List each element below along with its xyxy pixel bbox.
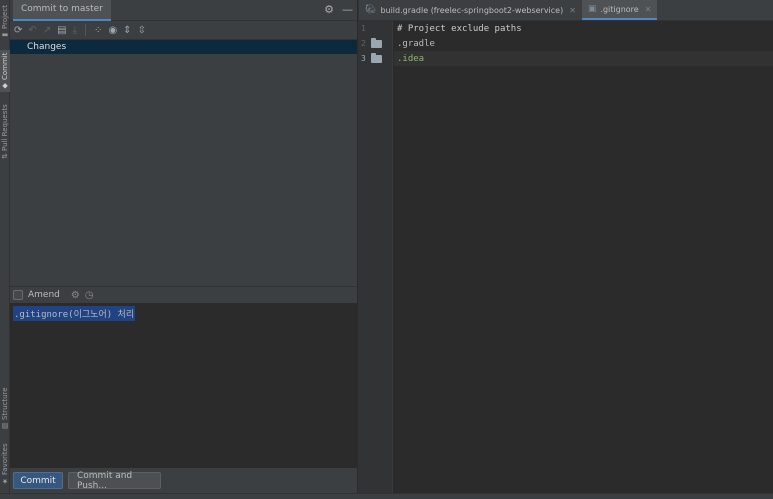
tab-gitignore-label: .gitignore [600,4,639,14]
minimize-icon[interactable]: — [342,3,353,16]
changes-tree-area[interactable] [10,54,357,284]
refresh-icon[interactable]: ⟳ [14,25,22,36]
commit-toolbar: ⟳ ↶ ↗ ▤ ⤓ ⁘ ◉ ⇕ ⇳ [10,21,357,40]
structure-tool-tab[interactable]: ▤ Structure [0,385,10,433]
editor-area: 🐘︎ build.gradle (freelec-springboot2-web… [358,0,773,493]
tab-build-gradle-label: build.gradle (freelec-springboot2-webser… [380,5,564,15]
folder-icon [370,52,382,63]
favorites-star-icon: ★ [1,476,9,485]
close-tab-icon[interactable]: ✕ [569,6,576,15]
commit-tab-label: Commit [1,52,9,80]
gutter-line: 1 [359,21,392,36]
changes-node[interactable]: Changes [10,40,357,54]
commit-message-editor[interactable]: .gitignore(이그노어) 처리 [10,303,357,468]
favorites-tab-label: Favorites [1,443,9,475]
code-editor[interactable]: # Project exclude paths .gradle .idea [394,21,773,66]
line-number: 1 [361,24,366,33]
structure-icon: ▤ [1,422,9,431]
commit-and-push-button[interactable]: Commit and Push... [68,471,161,491]
project-icon: ▬ [1,30,9,39]
code-path: .idea [397,53,425,64]
pull-requests-tab-label: Pull Requests [1,104,9,152]
download-icon[interactable]: ⤓ [73,25,77,36]
amend-checkbox[interactable] [13,290,23,300]
commit-tool-window: Commit to master ⚙ — ⟳ ↶ ↗ ▤ ⤓ ⁘ ◉ ⇕ ⇳ C… [10,0,357,499]
favorites-tool-tab[interactable]: ★ Favorites [0,440,10,488]
code-comment: # Project exclude paths [397,23,522,34]
collapse-all-icon[interactable]: ⇳ [138,25,146,36]
tab-build-gradle[interactable]: 🐘︎ build.gradle (freelec-springboot2-web… [359,0,582,20]
line-gutter: 1 2 3 [359,21,393,493]
commit-options-gear-icon[interactable]: ⚙ [71,290,80,301]
gear-icon[interactable]: ⚙ [324,3,334,16]
commit-message-text[interactable]: .gitignore(이그노어) 처리 [13,306,136,321]
amend-bar: Amend ⚙ ◷ [10,286,357,303]
view-options-icon[interactable]: ◉ [108,25,117,36]
commit-panel-tab[interactable]: Commit to master [13,0,111,21]
project-tool-tab[interactable]: ▬ Project [0,2,10,42]
tab-gitignore[interactable]: ▣ .gitignore ✕ [581,0,658,20]
commit-tool-tab[interactable]: ◆ Commit [0,50,10,92]
code-line[interactable]: # Project exclude paths [394,21,773,36]
expand-all-icon[interactable]: ⇕ [123,25,131,36]
changes-label: Changes [27,42,67,52]
pull-request-icon: ⇅ [1,153,9,160]
toolbar-divider [85,24,87,36]
bottom-tool-stripe [0,493,773,499]
commit-button-bar: Commit Commit and Push... [10,471,357,492]
pull-requests-tool-tab[interactable]: ⇅ Pull Requests [0,102,10,162]
tool-window-stripe: ▬ Project ◆ Commit ⇅ Pull Requests ▤ Str… [0,0,10,499]
gradle-icon: 🐘︎ [365,5,377,15]
gutter-line: 3 [359,51,392,66]
group-by-icon[interactable]: ⁘ [94,25,102,36]
folder-icon [370,37,382,48]
code-line[interactable]: .gradle [394,36,773,51]
rollback-icon[interactable]: ↶ [28,25,36,36]
gutter-line: 2 [359,36,392,51]
code-line-current[interactable]: .idea [394,51,773,66]
line-number: 3 [361,54,366,63]
line-number: 2 [361,39,366,48]
close-tab-icon[interactable]: ✕ [645,5,652,14]
gitignore-file-icon: ▣ [587,4,597,14]
amend-label: Amend [28,290,60,300]
shelve-icon[interactable]: ▤ [57,25,66,36]
commit-panel-header: Commit to master ⚙ — [10,0,357,21]
project-tab-label: Project [1,5,9,29]
commit-icon: ◆ [1,81,9,90]
editor-tab-bar: 🐘︎ build.gradle (freelec-springboot2-web… [359,0,773,21]
panel-actions: ⚙ — [324,3,353,16]
commit-button[interactable]: Commit [13,472,63,489]
show-diff-icon[interactable]: ↗ [43,25,51,36]
history-clock-icon[interactable]: ◷ [85,290,94,301]
code-path: .gradle [397,38,435,49]
structure-tab-label: Structure [1,387,9,421]
